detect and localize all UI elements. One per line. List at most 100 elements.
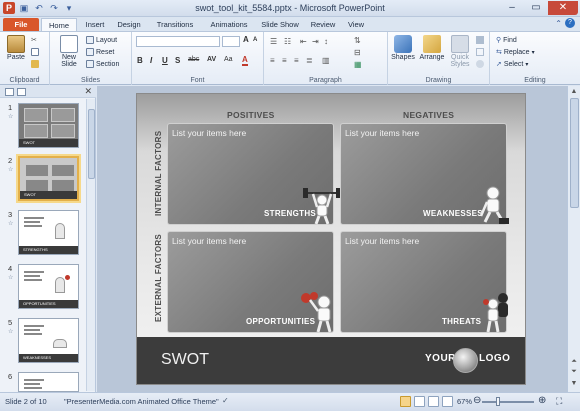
copy-button[interactable] bbox=[31, 48, 39, 56]
new-slide-button[interactable]: New Slide bbox=[56, 35, 82, 68]
strengths-quadrant[interactable]: List your items here STRENGTHS bbox=[167, 123, 341, 225]
footer-title[interactable]: SWOT bbox=[161, 351, 209, 369]
slide-show-view-button[interactable] bbox=[442, 396, 453, 407]
close-pane-icon[interactable]: ✕ bbox=[84, 86, 92, 97]
underline-button[interactable]: U bbox=[162, 56, 168, 65]
minimize-ribbon-icon[interactable]: ⌃ bbox=[555, 19, 562, 28]
align-right-icon[interactable]: ≡ bbox=[294, 56, 299, 65]
shrink-font-button[interactable]: A bbox=[253, 37, 257, 43]
slide-canvas[interactable]: POSITIVES NEGATIVES INTERNAL FACTORS EXT… bbox=[136, 93, 526, 385]
paste-button[interactable]: Paste bbox=[4, 35, 28, 61]
bullets-icon[interactable]: ☰ bbox=[270, 37, 277, 46]
quick-styles-button[interactable]: Quick Styles bbox=[448, 35, 472, 68]
thumb-text-line bbox=[24, 329, 40, 331]
tab-insert[interactable]: Insert bbox=[79, 18, 111, 31]
zoom-out-icon[interactable]: ⊖ bbox=[473, 395, 481, 406]
scrollbar-thumb[interactable] bbox=[570, 98, 579, 208]
scroll-up-arrow-double-icon[interactable]: ⏶ bbox=[568, 358, 580, 366]
find-button[interactable]: ⚲ Find bbox=[496, 36, 517, 45]
font-size-dropdown[interactable] bbox=[222, 36, 240, 47]
opportunities-placeholder[interactable]: List your items here bbox=[172, 236, 246, 246]
slide-count: Slide 2 of 10 bbox=[5, 397, 47, 406]
scrollbar-thumb[interactable] bbox=[88, 109, 95, 179]
align-text-icon[interactable]: ⊟ bbox=[354, 48, 361, 57]
tab-slide-show[interactable]: Slide Show bbox=[257, 18, 303, 31]
theme-name[interactable]: "PresenterMedia.com Animated Office Them… bbox=[64, 397, 219, 406]
slide-thumbnail-1[interactable]: SWOT bbox=[18, 103, 79, 148]
normal-view-button[interactable] bbox=[400, 396, 411, 407]
threats-placeholder[interactable]: List your items here bbox=[345, 236, 419, 246]
shape-outline-icon[interactable] bbox=[476, 48, 484, 56]
align-left-icon[interactable]: ≡ bbox=[270, 56, 275, 65]
shapes-button[interactable]: Shapes bbox=[390, 35, 416, 61]
tab-home[interactable]: Home bbox=[41, 18, 77, 31]
change-case-button[interactable]: Aa bbox=[224, 56, 233, 63]
columns-icon[interactable]: ▥ bbox=[322, 56, 330, 65]
scroll-down-arrow-double-icon[interactable]: ⏷ bbox=[568, 368, 580, 376]
threats-quadrant[interactable]: List your items here THREATS bbox=[340, 231, 508, 333]
opportunities-quadrant[interactable]: List your items here OPPORTUNITIES bbox=[167, 231, 334, 333]
font-name-dropdown[interactable] bbox=[136, 36, 220, 47]
fit-to-window-icon[interactable]: ⛶ bbox=[556, 396, 562, 407]
reset-icon bbox=[86, 48, 94, 56]
format-painter-button[interactable] bbox=[31, 60, 39, 68]
zoom-slider-knob[interactable] bbox=[496, 397, 501, 406]
slide-thumbnail-6[interactable] bbox=[18, 372, 79, 392]
replace-label: Replace bbox=[503, 48, 530, 56]
weaknesses-quadrant[interactable]: List your items here WEAKNESSES bbox=[340, 123, 509, 225]
cut-button[interactable]: ✂ bbox=[31, 36, 37, 44]
slide-thumbnail-5[interactable]: WEAKNESSES bbox=[18, 318, 79, 363]
bold-button[interactable]: B bbox=[137, 56, 143, 65]
slide-thumbnail-2[interactable]: SWOT bbox=[18, 156, 79, 201]
line-spacing-icon[interactable]: ↕ bbox=[324, 37, 328, 46]
tab-design[interactable]: Design bbox=[113, 18, 145, 31]
tab-file[interactable]: File bbox=[3, 18, 39, 31]
reset-button[interactable]: Reset bbox=[86, 48, 114, 56]
scroll-down-icon[interactable]: ▼ bbox=[568, 380, 580, 387]
strikethrough-button[interactable]: abc bbox=[188, 56, 199, 63]
slides-tab-icon[interactable] bbox=[5, 88, 14, 96]
decrease-indent-icon[interactable]: ⇤ bbox=[300, 37, 307, 46]
vertical-scrollbar[interactable]: ▲ ⏶ ⏷ ▼ bbox=[567, 86, 580, 392]
help-icon[interactable]: ? bbox=[565, 18, 575, 28]
replace-button[interactable]: ⇆ Replace ▾ bbox=[496, 48, 535, 57]
outline-tab-icon[interactable] bbox=[17, 88, 26, 96]
zoom-slider[interactable] bbox=[482, 401, 534, 403]
align-center-icon[interactable]: ≡ bbox=[282, 56, 287, 65]
tab-transitions[interactable]: Transitions bbox=[149, 18, 201, 31]
select-button[interactable]: ➚ Select ▾ bbox=[496, 60, 528, 69]
weaknesses-placeholder[interactable]: List your items here bbox=[345, 128, 419, 138]
shape-effects-icon[interactable] bbox=[476, 60, 484, 68]
justify-icon[interactable]: ≣ bbox=[306, 56, 313, 65]
shadow-button[interactable]: S bbox=[175, 56, 180, 65]
numbering-icon[interactable]: ☷ bbox=[284, 37, 291, 46]
shape-fill-icon[interactable] bbox=[476, 36, 484, 44]
increase-indent-icon[interactable]: ⇥ bbox=[312, 37, 319, 46]
spell-check-icon[interactable]: ✓ bbox=[222, 396, 229, 405]
reading-view-button[interactable] bbox=[428, 396, 439, 407]
smartart-icon[interactable]: ▦ bbox=[354, 60, 362, 69]
strengths-placeholder[interactable]: List your items here bbox=[172, 128, 246, 138]
slide-sorter-view-button[interactable] bbox=[414, 396, 425, 407]
character-spacing-button[interactable]: AV bbox=[207, 56, 216, 63]
grow-font-button[interactable]: A bbox=[243, 35, 249, 44]
minimize-button[interactable]: – bbox=[500, 1, 524, 15]
thumbnail-scrollbar[interactable] bbox=[86, 99, 95, 391]
font-color-button[interactable]: A bbox=[242, 55, 248, 66]
section-button[interactable]: Section bbox=[86, 60, 119, 68]
tab-review[interactable]: Review bbox=[306, 18, 340, 31]
maximize-button[interactable]: ▭ bbox=[524, 1, 548, 15]
layout-button[interactable]: Layout bbox=[86, 36, 117, 44]
text-direction-icon[interactable]: ⇅ bbox=[354, 36, 361, 45]
zoom-level[interactable]: 67% bbox=[457, 397, 472, 406]
thumb-text-line bbox=[24, 333, 42, 335]
arrange-button[interactable]: Arrange bbox=[418, 35, 446, 61]
tab-view[interactable]: View bbox=[342, 18, 370, 31]
tab-animations[interactable]: Animations bbox=[203, 18, 255, 31]
close-button[interactable]: ✕ bbox=[548, 1, 578, 15]
scroll-up-icon[interactable]: ▲ bbox=[568, 88, 580, 95]
slide-thumbnail-3[interactable]: STRENGTHS bbox=[18, 210, 79, 255]
italic-button[interactable]: I bbox=[150, 56, 152, 65]
zoom-in-icon[interactable]: ⊕ bbox=[538, 395, 546, 406]
slide-thumbnail-4[interactable]: OPPORTUNITIES bbox=[18, 264, 79, 309]
